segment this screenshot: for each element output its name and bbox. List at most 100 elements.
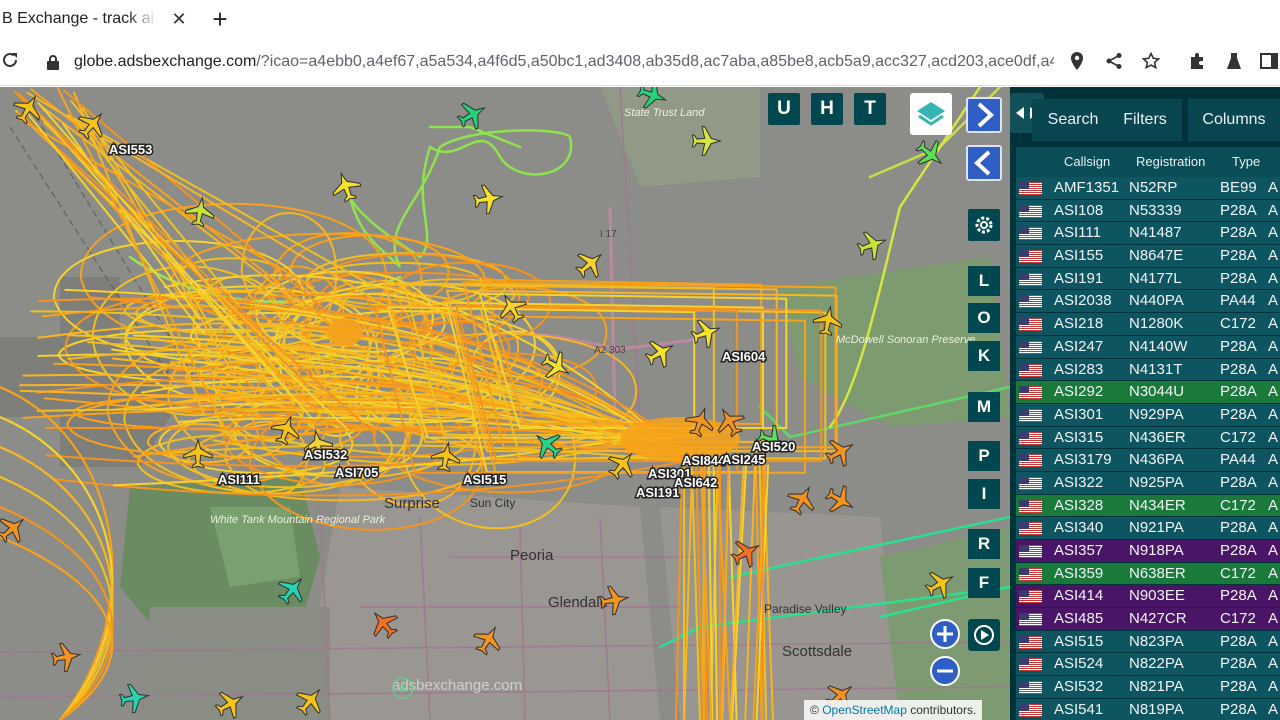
table-row[interactable]: ASI292 N3044U P28A A — [1016, 381, 1280, 404]
flight-label[interactable]: ASI844 — [681, 452, 728, 470]
table-row[interactable]: ASI532 N821PA P28A A — [1016, 676, 1280, 699]
settings-button[interactable] — [968, 209, 1000, 241]
cell-callsign: ASI359 — [1054, 564, 1104, 582]
chevron-right-icon — [977, 102, 994, 128]
prev-arrow-button[interactable] — [966, 145, 1002, 181]
cell-type: C172 — [1220, 315, 1256, 333]
toggle-u-button[interactable]: U — [768, 93, 800, 125]
table-row[interactable]: ASI283 N4131T P28A A — [1016, 358, 1280, 382]
flight-label[interactable]: ASI245 — [721, 451, 767, 469]
cell-type: P28A — [1220, 247, 1257, 265]
table-row[interactable]: ASI218 N1280K C172 A — [1016, 313, 1280, 336]
zoom-in-button[interactable] — [930, 619, 960, 649]
table-row[interactable]: ASI359 N638ER C172 A — [1016, 562, 1280, 586]
place-label: Scottsdale — [782, 643, 852, 660]
tab-columns[interactable]: Columns — [1188, 99, 1280, 141]
browser-tab[interactable]: B Exchange - track ai ✕ — [0, 0, 196, 40]
toggle-p-button[interactable]: P — [968, 441, 1000, 471]
column-type[interactable]: Type — [1232, 147, 1260, 177]
tab-title: B Exchange - track ai — [2, 10, 155, 27]
flight-label[interactable]: ASI642 — [673, 474, 719, 492]
toggle-f-button[interactable]: F — [968, 568, 1000, 598]
table-row[interactable]: ASI111 N41487 P28A A — [1016, 222, 1280, 246]
cell-registration: N53339 — [1129, 201, 1182, 219]
us-flag-icon — [1019, 681, 1042, 695]
flight-label[interactable]: ASI705 — [334, 464, 380, 482]
cell-registration: N4177L — [1129, 269, 1182, 287]
location-pin-icon[interactable] — [1066, 52, 1088, 74]
cell-type: P28A — [1220, 473, 1257, 491]
toggle-h-button[interactable]: H — [811, 93, 843, 125]
flight-label[interactable]: ASI111 — [217, 471, 262, 489]
flight-label[interactable]: ASI553 — [108, 141, 154, 159]
cell-registration: N427CR — [1129, 610, 1187, 628]
place-label: Surprise — [384, 495, 440, 512]
flight-label[interactable]: ASI532 — [303, 446, 349, 464]
zoom-out-button[interactable] — [930, 656, 960, 686]
next-arrow-button[interactable] — [966, 97, 1002, 133]
cell-type: P28A — [1220, 360, 1257, 378]
toggle-l-button[interactable]: L — [968, 266, 1000, 296]
table-row[interactable]: ASI340 N921PA P28A A — [1016, 517, 1280, 540]
cell-extra: A — [1268, 337, 1279, 355]
table-row[interactable]: ASI2038 N440PA PA44 A — [1016, 290, 1280, 314]
table-row[interactable]: ASI541 N819PA P28A A — [1016, 698, 1280, 720]
table-row[interactable]: ASI328 N434ER C172 A — [1016, 494, 1280, 518]
toggle-t-button[interactable]: T — [854, 93, 886, 125]
chevron-left-icon — [974, 150, 991, 176]
cell-registration: N52RP — [1129, 179, 1178, 196]
share-icon[interactable] — [1103, 52, 1125, 74]
flight-map[interactable]: Surprise Sun City Peoria Glendale Scotts… — [0, 87, 1010, 720]
table-row[interactable]: ASI315 N436ER C172 A — [1016, 426, 1280, 450]
toggle-i-button[interactable]: I — [968, 479, 1000, 509]
cell-registration: N3044U — [1129, 383, 1185, 401]
us-flag-icon — [1019, 204, 1042, 218]
table-row[interactable]: ASI322 N925PA P28A A — [1016, 471, 1280, 495]
cell-type: P28A — [1220, 587, 1257, 605]
cell-extra: A — [1268, 315, 1279, 333]
table-row[interactable]: ASI108 N53339 P28A A — [1016, 199, 1280, 223]
flight-label[interactable]: ASI191 — [635, 484, 681, 502]
sidebar-toggle-icon[interactable] — [1257, 52, 1280, 76]
table-row[interactable]: ASI301 N929PA P28A A — [1016, 403, 1280, 427]
table-row[interactable]: ASI155 N8647E P28A A — [1016, 245, 1280, 268]
toggle-o-button[interactable]: O — [968, 303, 1000, 333]
table-row[interactable]: ASI3179 N436PA PA44 A — [1016, 449, 1280, 472]
lab-flask-icon[interactable] — [1222, 52, 1246, 76]
extensions-icon[interactable] — [1185, 52, 1209, 76]
toggle-r-button[interactable]: R — [968, 529, 1000, 559]
reload-icon[interactable] — [0, 50, 22, 74]
flight-label[interactable]: ASI604 — [721, 348, 768, 366]
cell-callsign: ASI191 — [1054, 269, 1104, 287]
url-field[interactable]: globe.adsbexchange.com/?icao=a4ebb0,a4ef… — [36, 46, 1176, 80]
table-row[interactable]: ASI414 N903EE P28A A — [1016, 585, 1280, 609]
flight-track — [702, 465, 706, 720]
table-row[interactable]: ASI485 N427CR C172 A — [1016, 608, 1280, 631]
new-tab-button[interactable]: + — [206, 6, 234, 34]
table-row[interactable]: ASI515 N823PA P28A A — [1016, 630, 1280, 654]
table-row[interactable]: ASI524 N822PA P28A A — [1016, 653, 1280, 677]
practice-area-cluster — [327, 318, 363, 346]
table-row[interactable]: ASI191 N4177L P28A A — [1016, 267, 1280, 291]
tab-filters[interactable]: Filters — [1108, 99, 1182, 141]
toggle-k-button[interactable]: K — [968, 341, 1000, 371]
layers-button[interactable] — [910, 93, 952, 135]
cell-type: C172 — [1220, 428, 1256, 446]
flight-label[interactable]: ASI515 — [462, 471, 508, 489]
table-row[interactable]: ASI357 N918PA P28A A — [1016, 540, 1280, 563]
flight-label[interactable]: ASI520 — [751, 438, 797, 456]
cell-registration: N8647E — [1129, 247, 1184, 265]
cell-callsign: ASI292 — [1054, 383, 1104, 401]
replay-button[interactable] — [968, 619, 1000, 651]
column-registration[interactable]: Registration — [1136, 147, 1205, 177]
cell-type: P28A — [1220, 269, 1257, 287]
bookmark-star-icon[interactable] — [1140, 51, 1162, 74]
aircraft-panel: Search Filters Columns Callsign Registra… — [1010, 87, 1280, 720]
table-row[interactable]: AMF1351 N52RP BE99 A — [1016, 177, 1280, 200]
tab-search[interactable]: Search — [1032, 99, 1114, 141]
column-callsign[interactable]: Callsign — [1064, 147, 1110, 177]
osm-link[interactable]: OpenStreetMap — [822, 703, 907, 717]
toggle-m-button[interactable]: M — [968, 392, 1000, 422]
close-tab-icon[interactable]: ✕ — [168, 8, 190, 30]
table-row[interactable]: ASI247 N4140W P28A A — [1016, 335, 1280, 359]
